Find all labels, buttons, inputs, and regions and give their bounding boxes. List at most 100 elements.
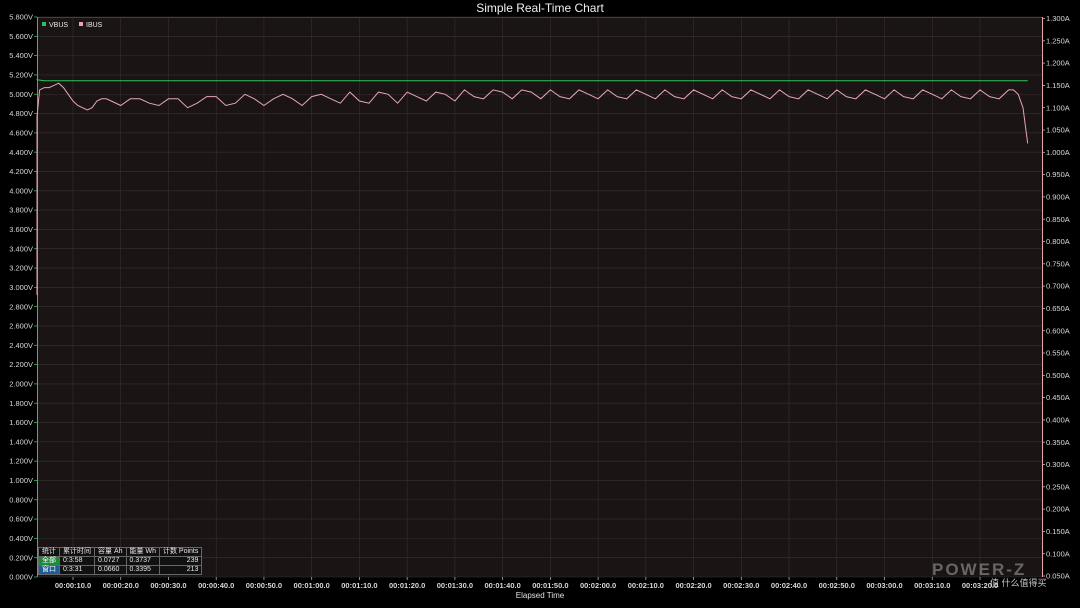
x-tick-label: 00:00:30.0 xyxy=(150,581,186,590)
x-tick-label: 00:02:20.0 xyxy=(675,581,711,590)
y-left-tick-label: 3.000V xyxy=(9,283,33,292)
stats-header: 统计 xyxy=(38,547,60,557)
y-right-tick-label: 1.000A xyxy=(1046,148,1070,157)
y-left-tick-label: 4.400V xyxy=(9,148,33,157)
y-right-tick-label: 0.650A xyxy=(1046,304,1070,313)
stats-cell: 0.0660 xyxy=(94,565,127,575)
y-left-tick-label: 4.000V xyxy=(9,186,33,195)
y-right-tick-label: 0.050A xyxy=(1046,572,1070,581)
stats-header: 计数 Points xyxy=(158,547,203,557)
stats-header: 累计时间 xyxy=(59,547,95,557)
y-left-tick-label: 0.000V xyxy=(9,573,33,582)
legend-swatch-ibus xyxy=(79,22,83,26)
stats-cell: 全部 xyxy=(38,556,60,566)
y-left-tick-label: 4.200V xyxy=(9,167,33,176)
stats-row-window: 窗口 0:3:31 0.0660 0.3395 213 xyxy=(38,565,203,575)
stats-cell: 窗口 xyxy=(38,565,60,575)
stats-header: 容量 Ah xyxy=(94,547,127,557)
y-right-tick-label: 1.150A xyxy=(1046,81,1070,90)
x-tick-label: 00:02:50.0 xyxy=(819,581,855,590)
y-right-tick-label: 0.350A xyxy=(1046,438,1070,447)
y-right-tick-label: 1.250A xyxy=(1046,36,1070,45)
y-right-tick-label: 0.850A xyxy=(1046,215,1070,224)
y-right-tick-label: 0.100A xyxy=(1046,549,1070,558)
x-tick-label: 00:02:00.0 xyxy=(580,581,616,590)
stats-row-all: 全部 0:3:58 0.0727 0.3737 239 xyxy=(38,556,203,566)
stats-cell: 239 xyxy=(158,556,203,566)
y-left-tick-label: 5.600V xyxy=(9,32,33,41)
plot-area xyxy=(37,17,1042,577)
y-left-tick-label: 0.400V xyxy=(9,534,33,543)
stats-cell: 0.3737 xyxy=(125,556,160,566)
x-tick-label: 00:01:10.0 xyxy=(341,581,377,590)
y-left-tick-label: 2.800V xyxy=(9,302,33,311)
stats-cell: 0.0727 xyxy=(94,556,127,566)
y-left-tick-label: 1.400V xyxy=(9,437,33,446)
y-left-tick-label: 5.800V xyxy=(9,13,33,22)
stats-cell: 0:3:58 xyxy=(59,556,95,566)
x-tick-label: 00:01:50.0 xyxy=(532,581,568,590)
y-right-tick-label: 0.200A xyxy=(1046,505,1070,514)
stats-cell: 213 xyxy=(158,565,203,575)
x-tick-label: 00:02:30.0 xyxy=(723,581,759,590)
y-right-tick-label: 0.750A xyxy=(1046,259,1070,268)
y-right-tick-label: 0.400A xyxy=(1046,416,1070,425)
x-tick-label: 00:00:40.0 xyxy=(198,581,234,590)
y-left-tick-label: 4.800V xyxy=(9,109,33,118)
y-right-tick-label: 0.700A xyxy=(1046,282,1070,291)
y-left-tick-label: 3.400V xyxy=(9,244,33,253)
x-tick-label: 00:01:30.0 xyxy=(437,581,473,590)
y-right-tick-label: 0.250A xyxy=(1046,482,1070,491)
y-left-tick-label: 3.800V xyxy=(9,206,33,215)
y-axis-left-ticks: 0.000V 0.200V 0.400V 0.600V 0.800V 1.000V 1.20… xyxy=(9,13,37,582)
stats-header: 能量 Wh xyxy=(125,547,160,557)
y-right-tick-label: 0.550A xyxy=(1046,349,1070,358)
y-left-tick-label: 2.400V xyxy=(9,341,33,350)
y-left-tick-label: 5.000V xyxy=(9,90,33,99)
y-left-tick-label: 5.400V xyxy=(9,51,33,60)
x-axis-ticks: 00:00:10.0 00:00:20.0 00:00:30.0 00:00:40.0… xyxy=(55,577,998,590)
legend-swatch-vbus xyxy=(42,22,46,26)
y-left-tick-label: 1.200V xyxy=(9,457,33,466)
x-tick-label: 00:01:40.0 xyxy=(484,581,520,590)
x-tick-label: 00:02:40.0 xyxy=(771,581,807,590)
y-right-tick-label: 0.900A xyxy=(1046,193,1070,202)
legend-label-vbus: VBUS xyxy=(49,22,68,29)
x-tick-label: 00:01:00.0 xyxy=(294,581,330,590)
x-tick-label: 00:00:10.0 xyxy=(55,581,91,590)
stats-cell: 0.3395 xyxy=(125,565,160,575)
x-tick-label: 00:00:50.0 xyxy=(246,581,282,590)
y-left-tick-label: 3.600V xyxy=(9,225,33,234)
y-left-tick-label: 2.200V xyxy=(9,360,33,369)
x-tick-label: 00:01:20.0 xyxy=(389,581,425,590)
legend-label-ibus: IBUS xyxy=(86,22,103,29)
y-axis-right-ticks: 0.050A 0.100A 0.150A 0.200A 0.250A 0.300A 0.35… xyxy=(1042,14,1070,581)
y-right-tick-label: 0.300A xyxy=(1046,460,1070,469)
y-right-tick-label: 1.300A xyxy=(1046,14,1070,23)
stats-header-row: 统计 累计时间 容量 Ah 能量 Wh 计数 Points xyxy=(38,547,203,557)
x-tick-label: 00:00:20.0 xyxy=(103,581,139,590)
y-left-tick-label: 2.600V xyxy=(9,322,33,331)
y-right-tick-label: 1.050A xyxy=(1046,126,1070,135)
y-right-tick-label: 0.600A xyxy=(1046,326,1070,335)
chart-canvas: Simple Real-Time Chart 0.000V 0.200V 0.400… xyxy=(9,1,1070,600)
watermark-site: 值 什么值得买 xyxy=(990,578,1047,588)
y-right-tick-label: 0.500A xyxy=(1046,371,1070,380)
x-tick-label: 00:02:10.0 xyxy=(628,581,664,590)
y-left-tick-label: 1.800V xyxy=(9,399,33,408)
stats-table: 统计 累计时间 容量 Ah 能量 Wh 计数 Points 全部 0:3:58 … xyxy=(38,547,203,575)
y-left-tick-label: 1.600V xyxy=(9,418,33,427)
y-right-tick-label: 1.200A xyxy=(1046,59,1070,68)
y-left-tick-label: 5.200V xyxy=(9,71,33,80)
y-right-tick-label: 0.800A xyxy=(1046,237,1070,246)
y-left-tick-label: 4.600V xyxy=(9,128,33,137)
y-left-tick-label: 0.600V xyxy=(9,515,33,524)
y-left-tick-label: 0.800V xyxy=(9,495,33,504)
y-left-tick-label: 0.200V xyxy=(9,553,33,562)
y-right-tick-label: 0.150A xyxy=(1046,527,1070,536)
y-left-tick-label: 3.200V xyxy=(9,264,33,273)
x-axis-label: Elapsed Time xyxy=(516,591,565,600)
x-tick-label: 00:03:10.0 xyxy=(914,581,950,590)
y-left-tick-label: 2.000V xyxy=(9,379,33,388)
x-tick-label: 00:03:00.0 xyxy=(866,581,902,590)
